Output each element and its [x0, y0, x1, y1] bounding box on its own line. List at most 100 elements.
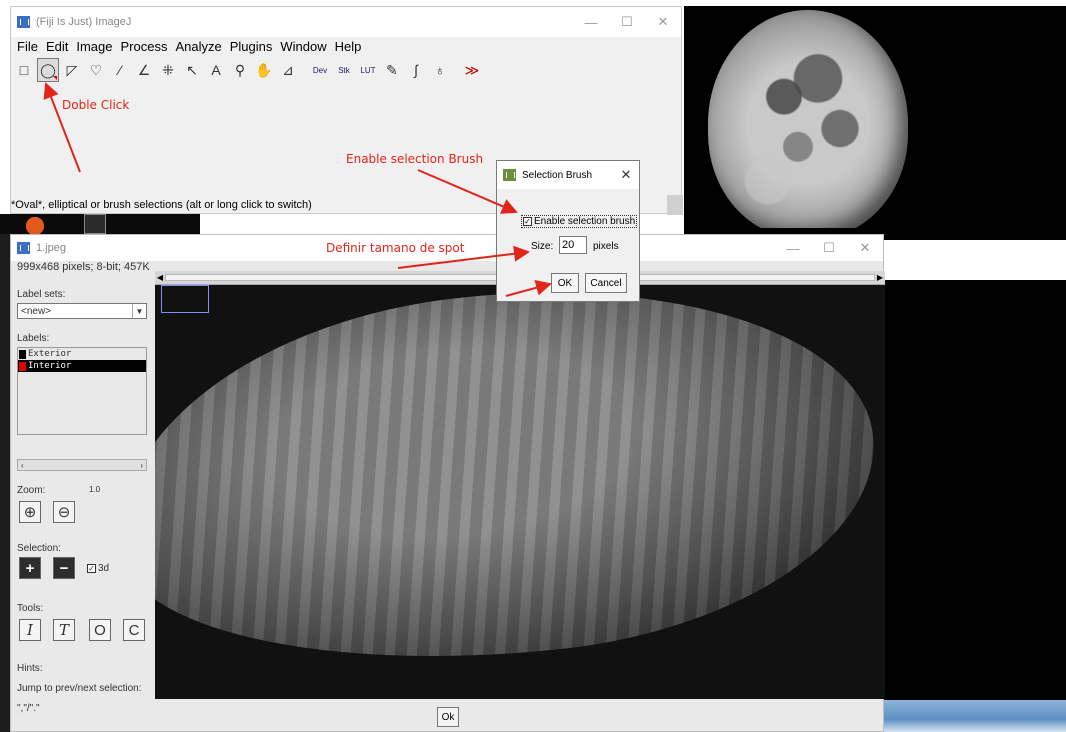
tools-caption: Tools: [17, 603, 44, 614]
enable-brush-checkbox[interactable]: ✓ Enable selection brush [521, 215, 638, 228]
labels-caption: Labels: [17, 333, 50, 344]
menu-process[interactable]: Process [117, 39, 172, 54]
hint-line-1: Jump to prev/next selection: [17, 683, 142, 694]
moon-image [708, 10, 908, 238]
tool-bar: □ ◯ ◸ ♡ ⁄ ∠ ⁜ ↖ A ⚲ ✋ ⊿ Dev Stk LUT ✎ ∫ … [11, 55, 681, 85]
menu-analyze[interactable]: Analyze [171, 39, 225, 54]
selection-caption: Selection: [17, 543, 61, 554]
checkbox-3d[interactable]: ✓ 3d [87, 563, 109, 574]
magnifier-tool-icon[interactable]: ⚲ [229, 58, 251, 82]
dev-tool-button[interactable]: Dev [309, 58, 331, 82]
scroll-right-icon[interactable]: ▶ [875, 271, 885, 284]
freehand-tool-icon[interactable]: ♡ [85, 58, 107, 82]
desktop-wallpaper-sky [884, 700, 1066, 732]
labels-list[interactable]: Exterior Interior [17, 347, 147, 435]
close-button[interactable]: ✕ [645, 7, 681, 37]
checkbox-checked-icon: ✓ [523, 217, 532, 226]
ok-button[interactable]: Ok [437, 707, 459, 727]
navigator-box [161, 285, 209, 313]
imagej-titlebar[interactable]: (Fiji Is Just) ImageJ — ☐ ✕ [11, 7, 681, 37]
desktop-left-strip [0, 234, 10, 732]
stk-tool-button[interactable]: Stk [333, 58, 355, 82]
ok-button[interactable]: OK [551, 273, 579, 293]
dropper-tool-icon[interactable]: ⊿ [277, 58, 299, 82]
image-info: 999x468 pixels; 8-bit; 457K [17, 261, 150, 273]
minimize-button[interactable]: — [573, 7, 609, 37]
label-item-interior[interactable]: Interior [18, 360, 146, 372]
point-tool-icon[interactable]: ⁜ [157, 58, 179, 82]
menu-window[interactable]: Window [276, 39, 330, 54]
more-tools-icon[interactable]: ≫ [461, 58, 483, 82]
angle-tool-icon[interactable]: ∠ [133, 58, 155, 82]
image-window: 1.jpeg — ☐ ✕ 999x468 pixels; 8-bit; 457K… [10, 234, 885, 732]
desktop-terminal-icon[interactable] [84, 214, 106, 234]
size-units: pixels [593, 241, 619, 252]
close-button[interactable]: ✕ [847, 235, 883, 261]
desktop-background-lower [884, 280, 1066, 700]
tool-button-t[interactable]: T [53, 619, 75, 641]
size-input[interactable]: 20 [559, 236, 587, 254]
dialog-app-icon [503, 169, 516, 181]
zoom-caption: Zoom: [17, 485, 46, 496]
fiji-app-icon [17, 242, 30, 254]
label-name: Exterior [28, 349, 72, 359]
zoom-in-icon: ⊕ [23, 504, 37, 521]
checkbox-3d-label: 3d [98, 563, 110, 574]
label-set-select[interactable]: <new> ▼ [17, 303, 147, 319]
zoom-out-button[interactable]: ⊖ [53, 501, 75, 523]
zoom-in-button[interactable]: ⊕ [19, 501, 41, 523]
labels-scrollbar[interactable]: ‹ › [17, 459, 147, 471]
status-scrollbar[interactable] [667, 195, 683, 215]
minus-icon: − [59, 559, 69, 577]
zoom-value: 1.0 [89, 485, 101, 494]
polygon-tool-icon[interactable]: ◸ [61, 58, 83, 82]
close-icon[interactable]: ✕ [613, 167, 639, 183]
desktop-app-icon[interactable] [24, 214, 46, 234]
flood-fill-tool-icon[interactable]: ♁ [429, 58, 451, 82]
dialog-titlebar[interactable]: Selection Brush ✕ [497, 161, 639, 189]
remove-selection-button[interactable]: − [53, 557, 75, 579]
scroll-right-icon[interactable]: › [140, 461, 143, 470]
maximize-button[interactable]: ☐ [811, 235, 847, 261]
menu-file[interactable]: File [13, 39, 42, 54]
eyelid-image [155, 285, 885, 694]
menu-image[interactable]: Image [72, 39, 116, 54]
chevron-down-icon: ▼ [132, 304, 146, 318]
maximize-button[interactable]: ☐ [609, 7, 645, 37]
text-tool-icon[interactable]: A [205, 58, 227, 82]
label-sets-caption: Label sets: [17, 289, 66, 300]
lut-tool-button[interactable]: LUT [357, 58, 379, 82]
annotation-doble-click: Doble Click [62, 98, 130, 112]
selection-brush-dialog: Selection Brush ✕ ✓ Enable selection bru… [496, 160, 640, 302]
cancel-button[interactable]: Cancel [585, 273, 627, 293]
annotation-definir: Definir tamano de spot [326, 241, 465, 255]
menu-plugins[interactable]: Plugins [226, 39, 277, 54]
zoom-out-icon: ⊖ [57, 504, 71, 521]
tool-button-c[interactable]: C [123, 619, 145, 641]
tool-button-i[interactable]: I [19, 619, 41, 641]
scroll-left-icon[interactable]: ‹ [21, 461, 24, 470]
size-label: Size: [531, 241, 554, 252]
pencil-tool-icon[interactable]: ✎ [381, 58, 403, 82]
brush-tool-icon[interactable]: ∫ [405, 58, 427, 82]
menu-edit[interactable]: Edit [42, 39, 72, 54]
image-canvas[interactable] [155, 285, 885, 699]
add-selection-button[interactable]: + [19, 557, 41, 579]
rectangle-tool-icon[interactable]: □ [13, 58, 35, 82]
plus-icon: + [25, 559, 35, 577]
oval-tool-icon[interactable]: ◯ [37, 58, 59, 82]
label-panel: Label sets: <new> ▼ Labels: Exterior Int… [11, 277, 156, 714]
hint-line-2: ","/"." [17, 703, 40, 714]
hand-tool-icon[interactable]: ✋ [253, 58, 275, 82]
label-color-swatch [19, 349, 26, 359]
menu-help[interactable]: Help [331, 39, 366, 54]
wand-tool-icon[interactable]: ↖ [181, 58, 203, 82]
menu-bar: File Edit Image Process Analyze Plugins … [11, 37, 681, 55]
tool-button-o[interactable]: O [89, 619, 111, 641]
line-tool-icon[interactable]: ⁄ [109, 58, 131, 82]
label-item-exterior[interactable]: Exterior [18, 348, 146, 360]
scroll-left-icon[interactable]: ◀ [155, 271, 165, 284]
enable-brush-label: Enable selection brush [534, 216, 636, 227]
minimize-button[interactable]: — [775, 235, 811, 261]
checkbox-checked-icon: ✓ [87, 564, 96, 573]
